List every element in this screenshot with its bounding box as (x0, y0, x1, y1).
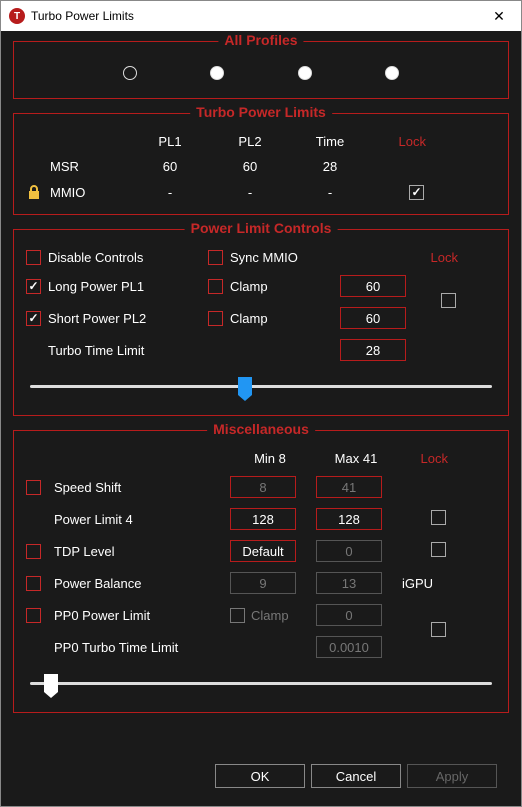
power-balance-min[interactable]: 9 (230, 572, 296, 594)
pp0-power-checkbox[interactable] (26, 608, 41, 623)
power-limit4-min[interactable]: 128 (230, 508, 296, 530)
slider-track (30, 385, 492, 388)
lock-icon (26, 184, 42, 200)
pp0-time-value[interactable]: 0.0010 (316, 636, 382, 658)
speed-shift-label: Speed Shift (54, 480, 224, 495)
cancel-button[interactable]: Cancel (311, 764, 401, 788)
profile-radio-2[interactable] (298, 66, 312, 80)
tpl-msr-label: MSR (50, 159, 130, 174)
power-balance-max[interactable]: 13 (316, 572, 382, 594)
apply-button[interactable]: Apply (407, 764, 497, 788)
app-icon: T (9, 8, 25, 24)
pp0-lock-checkbox[interactable] (431, 622, 446, 637)
tpl-mmio-pl1: - (130, 185, 210, 200)
short-power-clamp-label: Clamp (230, 311, 340, 326)
tpl-msr-time: 28 (290, 159, 370, 174)
ok-button[interactable]: OK (215, 764, 305, 788)
plc-lock-checkbox[interactable] (441, 293, 456, 308)
client-area: All Profiles Turbo Power Limits PL1 PL2 … (1, 31, 521, 806)
power-limit4-lock-checkbox[interactable] (431, 510, 446, 525)
misc-slider[interactable] (30, 670, 492, 698)
tpl-header-lock: Lock (370, 134, 430, 149)
short-power-checkbox[interactable] (26, 311, 41, 326)
misc-max-header: Max 41 (316, 451, 396, 466)
tpl-legend: Turbo Power Limits (190, 104, 332, 120)
sync-mmio-checkbox[interactable] (208, 250, 223, 265)
tdp-level-max[interactable]: 0 (316, 540, 382, 562)
tdp-level-checkbox[interactable] (26, 544, 41, 559)
misc-min-header: Min 8 (230, 451, 310, 466)
turbo-time-label: Turbo Time Limit (48, 343, 208, 358)
short-power-label: Short Power PL2 (48, 311, 208, 326)
slider-thumb[interactable] (44, 674, 58, 692)
long-power-value[interactable]: 60 (340, 275, 406, 297)
misc-lock-header: Lock (402, 451, 452, 466)
tpl-mmio-time: - (290, 185, 370, 200)
power-balance-checkbox[interactable] (26, 576, 41, 591)
tdp-level-min[interactable]: Default (230, 540, 296, 562)
plc-lock-header: Lock (412, 250, 462, 265)
tdp-level-lock-checkbox[interactable] (431, 542, 446, 557)
long-power-clamp-label: Clamp (230, 279, 340, 294)
disable-controls-checkbox[interactable] (26, 250, 41, 265)
window: T Turbo Power Limits ✕ All Profiles Turb… (0, 0, 522, 807)
misc-legend: Miscellaneous (207, 421, 315, 437)
dialog-buttons: OK Cancel Apply (13, 760, 509, 798)
window-title: Turbo Power Limits (31, 9, 479, 23)
long-power-clamp-checkbox[interactable] (208, 279, 223, 294)
close-button[interactable]: ✕ (479, 2, 519, 30)
power-limit4-max[interactable]: 128 (316, 508, 382, 530)
disable-controls-label: Disable Controls (48, 250, 208, 265)
tpl-msr-pl1: 60 (130, 159, 210, 174)
profile-radio-1[interactable] (210, 66, 224, 80)
speed-shift-max[interactable]: 41 (316, 476, 382, 498)
turbo-time-value[interactable]: 28 (340, 339, 406, 361)
plc-legend: Power Limit Controls (185, 220, 338, 236)
power-limit-controls-group: Power Limit Controls Disable Controls Sy… (13, 229, 509, 416)
slider-track (30, 682, 492, 685)
speed-shift-checkbox[interactable] (26, 480, 41, 495)
turbo-power-limits-group: Turbo Power Limits PL1 PL2 Time Lock MSR… (13, 113, 509, 215)
short-power-value[interactable]: 60 (340, 307, 406, 329)
speed-shift-min[interactable]: 8 (230, 476, 296, 498)
tpl-header-time: Time (290, 134, 370, 149)
pp0-power-max[interactable]: 0 (316, 604, 382, 626)
all-profiles-legend: All Profiles (218, 32, 303, 48)
profile-radio-0[interactable] (123, 66, 137, 80)
short-power-clamp-checkbox[interactable] (208, 311, 223, 326)
sync-mmio-label: Sync MMIO (230, 250, 340, 265)
tpl-mmio-pl2: - (210, 185, 290, 200)
igpu-label: iGPU (402, 576, 452, 591)
pp0-power-label: PP0 Power Limit (54, 608, 224, 623)
tpl-mmio-lock-checkbox[interactable] (409, 185, 424, 200)
pp0-clamp-label: Clamp (251, 608, 289, 623)
slider-thumb[interactable] (238, 377, 252, 395)
pp0-clamp-checkbox[interactable] (230, 608, 245, 623)
tdp-level-label: TDP Level (54, 544, 224, 559)
long-power-label: Long Power PL1 (48, 279, 208, 294)
power-limit4-label: Power Limit 4 (54, 512, 224, 527)
tpl-msr-pl2: 60 (210, 159, 290, 174)
long-power-checkbox[interactable] (26, 279, 41, 294)
tpl-mmio-label: MMIO (50, 185, 130, 200)
power-balance-label: Power Balance (54, 576, 224, 591)
all-profiles-group: All Profiles (13, 41, 509, 99)
tpl-header-pl1: PL1 (130, 134, 210, 149)
plc-slider[interactable] (30, 373, 492, 401)
titlebar: T Turbo Power Limits ✕ (1, 1, 521, 31)
profile-radio-3[interactable] (385, 66, 399, 80)
pp0-time-label: PP0 Turbo Time Limit (54, 640, 224, 655)
tpl-header-pl2: PL2 (210, 134, 290, 149)
miscellaneous-group: Miscellaneous Min 8 Max 41 Lock Speed Sh… (13, 430, 509, 713)
